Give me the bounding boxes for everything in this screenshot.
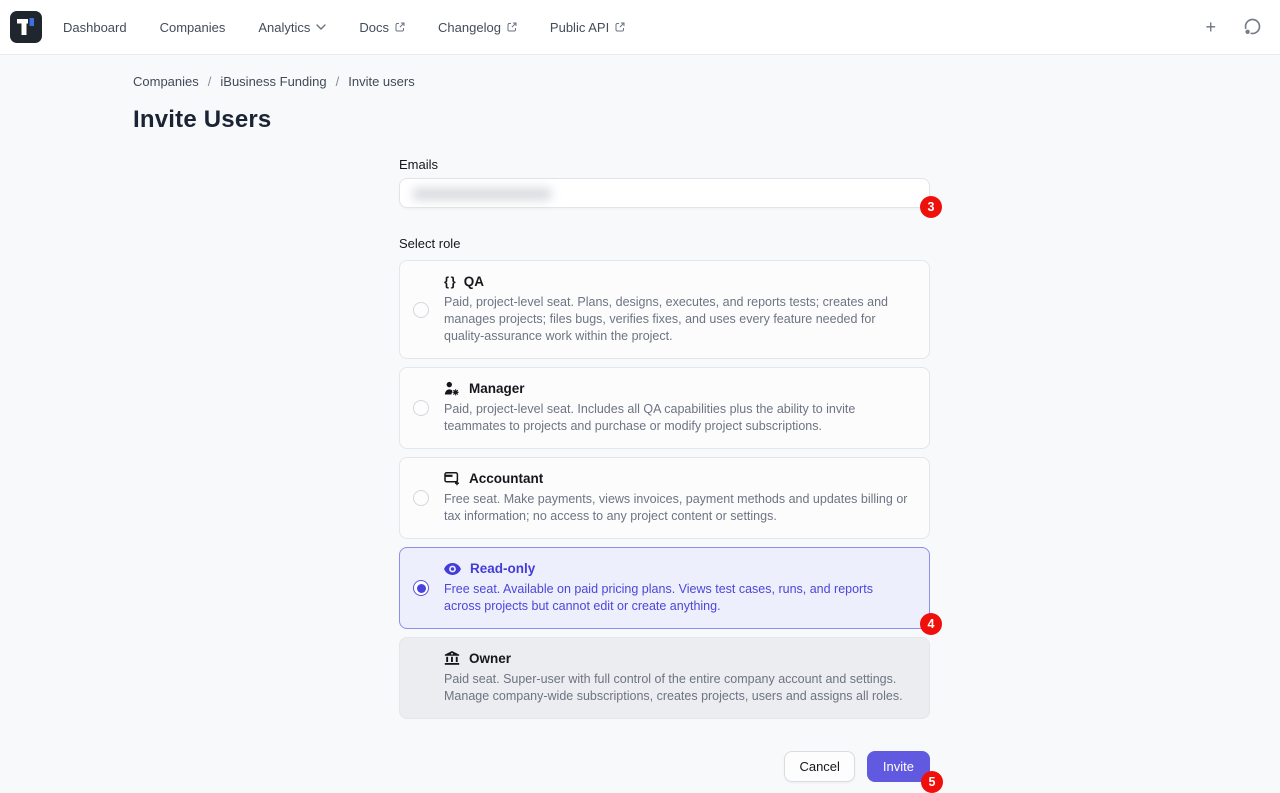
radio-qa[interactable] bbox=[413, 302, 429, 318]
radio-manager[interactable] bbox=[413, 400, 429, 416]
breadcrumb-invite-users[interactable]: Invite users bbox=[348, 74, 414, 89]
role-option-manager[interactable]: Manager Paid, project-level seat. Includ… bbox=[399, 367, 930, 449]
role-title: Manager bbox=[469, 381, 525, 396]
nav-item-analytics[interactable]: Analytics bbox=[258, 20, 326, 35]
app-logo[interactable] bbox=[10, 11, 42, 43]
invite-button-label: Invite bbox=[883, 759, 914, 774]
role-description: Free seat. Available on paid pricing pla… bbox=[444, 581, 913, 615]
page-title: Invite Users bbox=[133, 106, 1280, 134]
breadcrumb-separator: / bbox=[208, 74, 212, 89]
emails-input[interactable]: 3 bbox=[399, 178, 930, 208]
main-content: Companies / iBusiness Funding / Invite u… bbox=[0, 55, 1280, 782]
invite-form: Emails 3 Select role QA Paid, project-le… bbox=[399, 157, 930, 782]
annotation-badge-5: 5 bbox=[921, 771, 943, 793]
annotation-badge-3: 3 bbox=[920, 196, 942, 218]
external-link-icon bbox=[395, 22, 405, 32]
role-content: Manager Paid, project-level seat. Includ… bbox=[444, 381, 913, 435]
eye-icon bbox=[444, 563, 461, 575]
nav-label: Changelog bbox=[438, 20, 501, 35]
bank-icon bbox=[444, 651, 460, 666]
chevron-down-icon bbox=[316, 24, 326, 30]
breadcrumb-companies[interactable]: Companies bbox=[133, 74, 199, 89]
breadcrumb: Companies / iBusiness Funding / Invite u… bbox=[133, 74, 1280, 89]
radio-accountant[interactable] bbox=[413, 490, 429, 506]
role-options: QA Paid, project-level seat. Plans, desi… bbox=[399, 260, 930, 719]
nav-item-docs[interactable]: Docs bbox=[359, 20, 405, 35]
role-title: Read-only bbox=[470, 561, 535, 576]
role-title: QA bbox=[464, 274, 484, 289]
avatar-icon[interactable] bbox=[1242, 17, 1262, 37]
nav-right: + bbox=[1205, 17, 1262, 37]
role-option-accountant[interactable]: Accountant Free seat. Make payments, vie… bbox=[399, 457, 930, 539]
annotation-badge-4: 4 bbox=[920, 613, 942, 635]
external-link-icon bbox=[615, 22, 625, 32]
role-description: Paid, project-level seat. Plans, designs… bbox=[444, 294, 913, 345]
emails-label: Emails bbox=[399, 157, 930, 172]
nav-label: Analytics bbox=[258, 20, 310, 35]
role-option-owner[interactable]: Owner Paid seat. Super-user with full co… bbox=[399, 637, 930, 719]
nav-label: Dashboard bbox=[63, 20, 127, 35]
nav-item-public-api[interactable]: Public API bbox=[550, 20, 625, 35]
nav-item-changelog[interactable]: Changelog bbox=[438, 20, 517, 35]
user-gear-icon bbox=[444, 381, 460, 396]
breadcrumb-company-name[interactable]: iBusiness Funding bbox=[220, 74, 326, 89]
invite-users-page: Dashboard Companies Analytics Docs Chang… bbox=[0, 0, 1280, 720]
nav-item-companies[interactable]: Companies bbox=[160, 20, 226, 35]
top-nav: Dashboard Companies Analytics Docs Chang… bbox=[0, 0, 1280, 55]
role-content: QA Paid, project-level seat. Plans, desi… bbox=[444, 274, 913, 345]
role-description: Paid, project-level seat. Includes all Q… bbox=[444, 401, 913, 435]
invite-button[interactable]: Invite 5 bbox=[867, 751, 930, 782]
role-content: Read-only Free seat. Available on paid p… bbox=[444, 561, 913, 615]
role-title: Owner bbox=[469, 651, 511, 666]
role-option-read-only[interactable]: Read-only Free seat. Available on paid p… bbox=[399, 547, 930, 629]
add-button[interactable]: + bbox=[1205, 18, 1216, 36]
redacted-email-value bbox=[412, 188, 552, 200]
nav-label: Docs bbox=[359, 20, 389, 35]
nav-item-dashboard[interactable]: Dashboard bbox=[63, 20, 127, 35]
braces-icon bbox=[444, 274, 455, 289]
select-role-label: Select role bbox=[399, 236, 930, 251]
role-content: Accountant Free seat. Make payments, vie… bbox=[444, 471, 913, 525]
radio-read-only[interactable] bbox=[413, 580, 429, 596]
external-link-icon bbox=[507, 22, 517, 32]
nav-label: Public API bbox=[550, 20, 609, 35]
nav-label: Companies bbox=[160, 20, 226, 35]
nav-menu: Dashboard Companies Analytics Docs Chang… bbox=[63, 20, 625, 35]
role-content: Owner Paid seat. Super-user with full co… bbox=[444, 651, 913, 705]
role-title: Accountant bbox=[469, 471, 543, 486]
role-option-qa[interactable]: QA Paid, project-level seat. Plans, desi… bbox=[399, 260, 930, 359]
role-description: Free seat. Make payments, views invoices… bbox=[444, 491, 913, 525]
logo-t-icon bbox=[10, 11, 42, 43]
form-actions: Cancel Invite 5 bbox=[399, 751, 930, 782]
credit-card-plus-icon bbox=[444, 471, 460, 486]
breadcrumb-separator: / bbox=[336, 74, 340, 89]
cancel-button[interactable]: Cancel bbox=[784, 751, 854, 782]
role-description: Paid seat. Super-user with full control … bbox=[444, 671, 913, 705]
